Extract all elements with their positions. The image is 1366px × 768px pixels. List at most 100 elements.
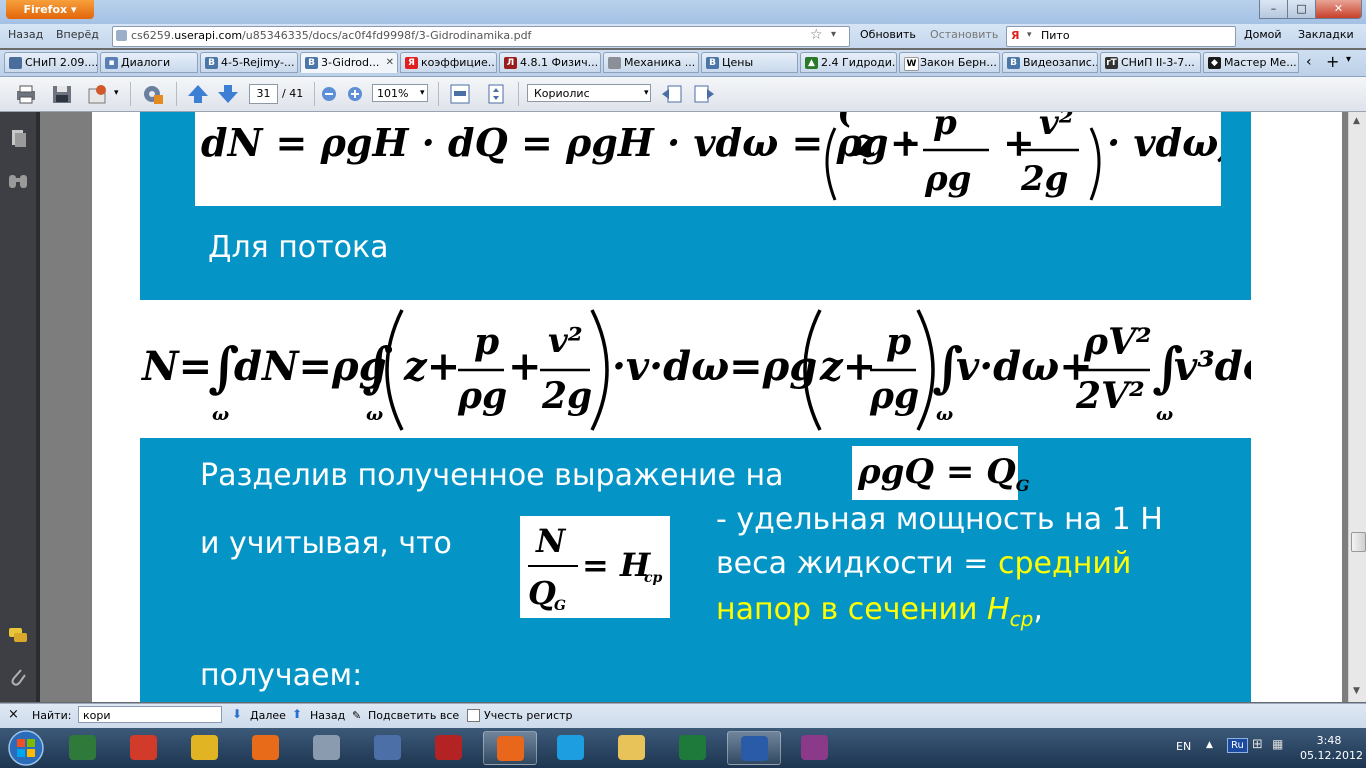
language-indicator[interactable]: EN <box>1176 740 1191 753</box>
settings-gear-icon[interactable] <box>140 83 164 105</box>
pdf-page[interactable]: dN = ρgH · dQ = ρgH · vdω = ρg · ( z + p… <box>92 112 1342 702</box>
tab-favicon-icon: ◆ <box>1208 57 1221 69</box>
calendar-321-app-button[interactable] <box>422 731 476 765</box>
keyboard-layout-indicator[interactable]: Ru <box>1227 738 1248 753</box>
back-button[interactable]: Назад <box>8 28 43 41</box>
print-icon[interactable] <box>14 83 38 105</box>
media-player-app-icon <box>252 735 279 760</box>
forward-button[interactable]: Вперёд <box>56 28 99 41</box>
tab-label: 3-Gidrod... <box>321 56 380 69</box>
fit-page-icon[interactable] <box>484 83 508 105</box>
home-button[interactable]: Домой <box>1244 28 1282 41</box>
firefox-menu-button[interactable]: Firefox ▾ <box>6 0 94 19</box>
scroll-up-icon[interactable]: ▲ <box>1353 116 1360 126</box>
refresh-button[interactable]: Обновить <box>860 28 916 41</box>
clock-time: 3:48 <box>1316 734 1342 747</box>
match-case-checkbox[interactable] <box>467 709 480 722</box>
attachment-icon[interactable] <box>8 666 28 688</box>
maximize-button[interactable]: □ <box>1287 0 1316 19</box>
arrow-down-icon[interactable]: ⬇ <box>232 707 242 721</box>
tab-13[interactable]: ◆ Мастер Ме... <box>1203 52 1299 73</box>
find-bar-close-icon[interactable]: × <box>8 707 19 722</box>
pages-panel-icon[interactable] <box>8 128 28 148</box>
excel-app-button[interactable] <box>666 731 720 765</box>
tab-1[interactable]: СНиП 2.09.... <box>4 52 98 73</box>
tab-5[interactable]: Якоэффицие... <box>400 52 497 73</box>
search-engine-dropdown-icon[interactable]: ▾ <box>1027 30 1032 40</box>
fit-width-icon[interactable] <box>448 83 472 105</box>
binoculars-icon[interactable] <box>7 172 29 190</box>
winrar-app-button[interactable] <box>788 731 842 765</box>
network-icon[interactable]: ▦ <box>1272 737 1283 751</box>
page-up-icon[interactable] <box>186 83 210 105</box>
pdf-search-dropdown-icon[interactable]: ▾ <box>644 88 649 98</box>
clock[interactable]: 3:48 05.12.2012 <box>1300 733 1363 763</box>
svg-text:ω: ω <box>212 404 229 425</box>
save-icon[interactable] <box>50 83 74 105</box>
find-previous-button[interactable]: Назад <box>310 709 345 722</box>
terminal-app-button[interactable] <box>56 731 110 765</box>
windows-start-icon[interactable] <box>6 729 46 767</box>
tab-6[interactable]: Л 4.8.1 Физич... <box>499 52 601 73</box>
getting-text: получаем: <box>200 658 363 693</box>
scroll-down-icon[interactable]: ▼ <box>1353 686 1360 696</box>
chrome-app-button[interactable] <box>178 731 232 765</box>
word-app-button[interactable] <box>727 731 781 765</box>
zoom-in-icon[interactable] <box>346 83 364 105</box>
pdf-scrollbar[interactable]: ▲ ▼ <box>1348 112 1366 702</box>
url-bar[interactable]: cs6259.userapi.com/u85346335/docs/ac0f4f… <box>112 26 850 47</box>
new-tab-icon[interactable]: + <box>1326 52 1339 71</box>
tab-8[interactable]: B Цены <box>701 52 798 73</box>
svg-text:ω: ω <box>1156 404 1173 425</box>
tab-scroll-left-icon[interactable]: ‹ <box>1306 54 1312 70</box>
media-player-app-button[interactable] <box>239 731 293 765</box>
tab-4[interactable]: B 3-Gidrod... ✕ <box>300 52 398 73</box>
share-icon[interactable] <box>86 83 110 105</box>
stop-button[interactable]: Остановить <box>930 28 998 41</box>
tab-11[interactable]: B Видеозапис... <box>1002 52 1098 73</box>
tab-9[interactable]: ▲ 2.4 Гидроди... <box>800 52 897 73</box>
bookmarks-button[interactable]: Закладки <box>1298 28 1354 41</box>
page-down-icon[interactable] <box>216 83 240 105</box>
kmplayer-app-button[interactable] <box>361 731 415 765</box>
skype-app-button[interactable] <box>544 731 598 765</box>
svg-text:p: p <box>474 321 499 363</box>
tab-7[interactable]: Механика ... <box>603 52 699 73</box>
zoom-dropdown-icon[interactable]: ▾ <box>420 88 425 98</box>
rhogq-formula-box: ρgQ = QG <box>852 446 1029 500</box>
note-line-2: веса жидкости = средний <box>716 546 1132 581</box>
search-bar[interactable]: Я ▾ Пито <box>1006 26 1236 47</box>
page-number-input[interactable]: 31 <box>249 84 278 104</box>
tab-3[interactable]: B 4-5-Rejimy-... <box>200 52 298 73</box>
share-dropdown-icon[interactable]: ▾ <box>114 88 119 98</box>
toolbar-separator <box>438 82 439 106</box>
svg-text:ср: ср <box>644 570 663 586</box>
search-input[interactable]: Пито <box>1041 29 1070 42</box>
ccleaner-app-button[interactable] <box>117 731 171 765</box>
tray-app-icon[interactable]: ⊞ <box>1252 737 1263 752</box>
bookmark-star-icon[interactable]: ☆ <box>810 27 823 43</box>
find-next-icon[interactable] <box>692 83 716 105</box>
minimize-button[interactable]: – <box>1259 0 1288 19</box>
pdf-search-input[interactable]: Кориолис <box>527 84 651 102</box>
find-previous-icon[interactable] <box>660 83 684 105</box>
zoom-out-icon[interactable] <box>320 83 338 105</box>
tab-10[interactable]: W Закон Берн... <box>899 52 1000 73</box>
tab-12[interactable]: rT СНиП II-3-7... <box>1100 52 1201 73</box>
firefox-app-button[interactable] <box>483 731 537 765</box>
scroll-thumb[interactable] <box>1351 532 1366 552</box>
find-next-button[interactable]: Далее <box>250 709 286 722</box>
find-input[interactable]: кори <box>78 706 222 723</box>
url-dropdown-icon[interactable]: ▾ <box>831 29 836 40</box>
tab-list-dropdown-icon[interactable]: ▾ <box>1346 54 1351 65</box>
highlight-all-button[interactable]: Подсветить все <box>368 709 459 722</box>
tab-2[interactable]: ▪ Диалоги <box>100 52 198 73</box>
tray-expand-icon[interactable]: ▲ <box>1206 740 1213 750</box>
tab-favicon-icon: ▪ <box>105 57 118 69</box>
arrow-up-icon[interactable]: ⬆ <box>292 707 302 721</box>
explorer-folder-app-button[interactable] <box>605 731 659 765</box>
close-button[interactable]: ✕ <box>1315 0 1362 19</box>
tab-close-icon[interactable]: ✕ <box>386 53 394 72</box>
comments-icon[interactable] <box>7 626 29 644</box>
calculator-app-button[interactable] <box>300 731 354 765</box>
